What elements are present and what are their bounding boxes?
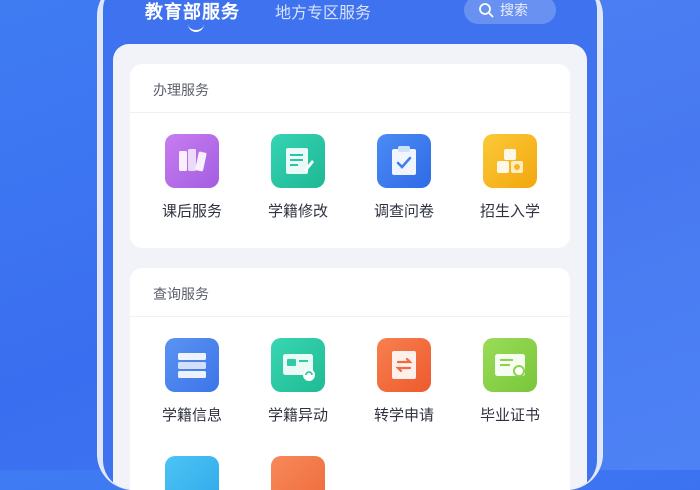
- service-after-school[interactable]: 课后服务: [147, 134, 237, 221]
- partial-service-icon: [165, 456, 219, 490]
- card-transfer-icon: [271, 338, 325, 392]
- books-icon: [165, 134, 219, 188]
- content-area: 办理服务 课后服务 学籍修改 调查问卷 招生入学 查询服务 学籍信息 学籍异动 …: [113, 44, 587, 490]
- section-title: 办理服务: [153, 83, 209, 99]
- phone-screen: 教育部服务 地方专区服务 搜索 办理服务 课后服务 学籍修改 调查问卷 招生入学…: [103, 0, 597, 490]
- handling-services-card: 办理服务 课后服务 学籍修改 调查问卷 招生入学: [130, 64, 570, 248]
- section-title: 查询服务: [153, 287, 209, 303]
- service-partial-2[interactable]: [253, 456, 343, 490]
- record-stack-icon: [165, 338, 219, 392]
- divider: [130, 112, 570, 113]
- service-label: 学籍修改: [267, 202, 328, 220]
- service-graduation-certificate[interactable]: 毕业证书: [465, 338, 555, 425]
- divider: [130, 316, 570, 317]
- partial-service-icon: [271, 456, 325, 490]
- service-record-change[interactable]: 学籍异动: [253, 338, 343, 425]
- service-enrollment[interactable]: 招生入学: [465, 134, 555, 221]
- query-services-card: 查询服务 学籍信息 学籍异动 转学申请 毕业证书: [130, 268, 570, 490]
- service-label: 转学申请: [373, 406, 434, 424]
- search-placeholder: 搜索: [500, 3, 528, 19]
- clipboard-check-icon: [377, 134, 431, 188]
- app-header: 教育部服务 地方专区服务 搜索: [103, 0, 597, 44]
- transfer-document-icon: [377, 338, 431, 392]
- edit-document-icon: [271, 134, 325, 188]
- service-label: 学籍异动: [267, 406, 328, 424]
- enrollment-icon: [483, 134, 537, 188]
- active-tab-indicator: [188, 24, 204, 32]
- service-survey[interactable]: 调查问卷: [359, 134, 449, 221]
- tab-local-services[interactable]: 地方专区服务: [275, 0, 371, 23]
- certificate-icon: [483, 338, 537, 392]
- service-label: 学籍信息: [161, 406, 222, 424]
- service-partial-1[interactable]: [147, 456, 237, 490]
- search-box[interactable]: 搜索: [464, 0, 556, 24]
- search-icon: [479, 3, 494, 18]
- service-label: 调查问卷: [373, 202, 434, 220]
- service-label: 招生入学: [479, 202, 540, 220]
- service-record-info[interactable]: 学籍信息: [147, 338, 237, 425]
- service-label: 毕业证书: [479, 406, 540, 424]
- tab-ministry-services[interactable]: 教育部服务: [145, 0, 240, 24]
- service-transfer-application[interactable]: 转学申请: [359, 338, 449, 425]
- service-label: 课后服务: [161, 202, 222, 220]
- service-record-edit[interactable]: 学籍修改: [253, 134, 343, 221]
